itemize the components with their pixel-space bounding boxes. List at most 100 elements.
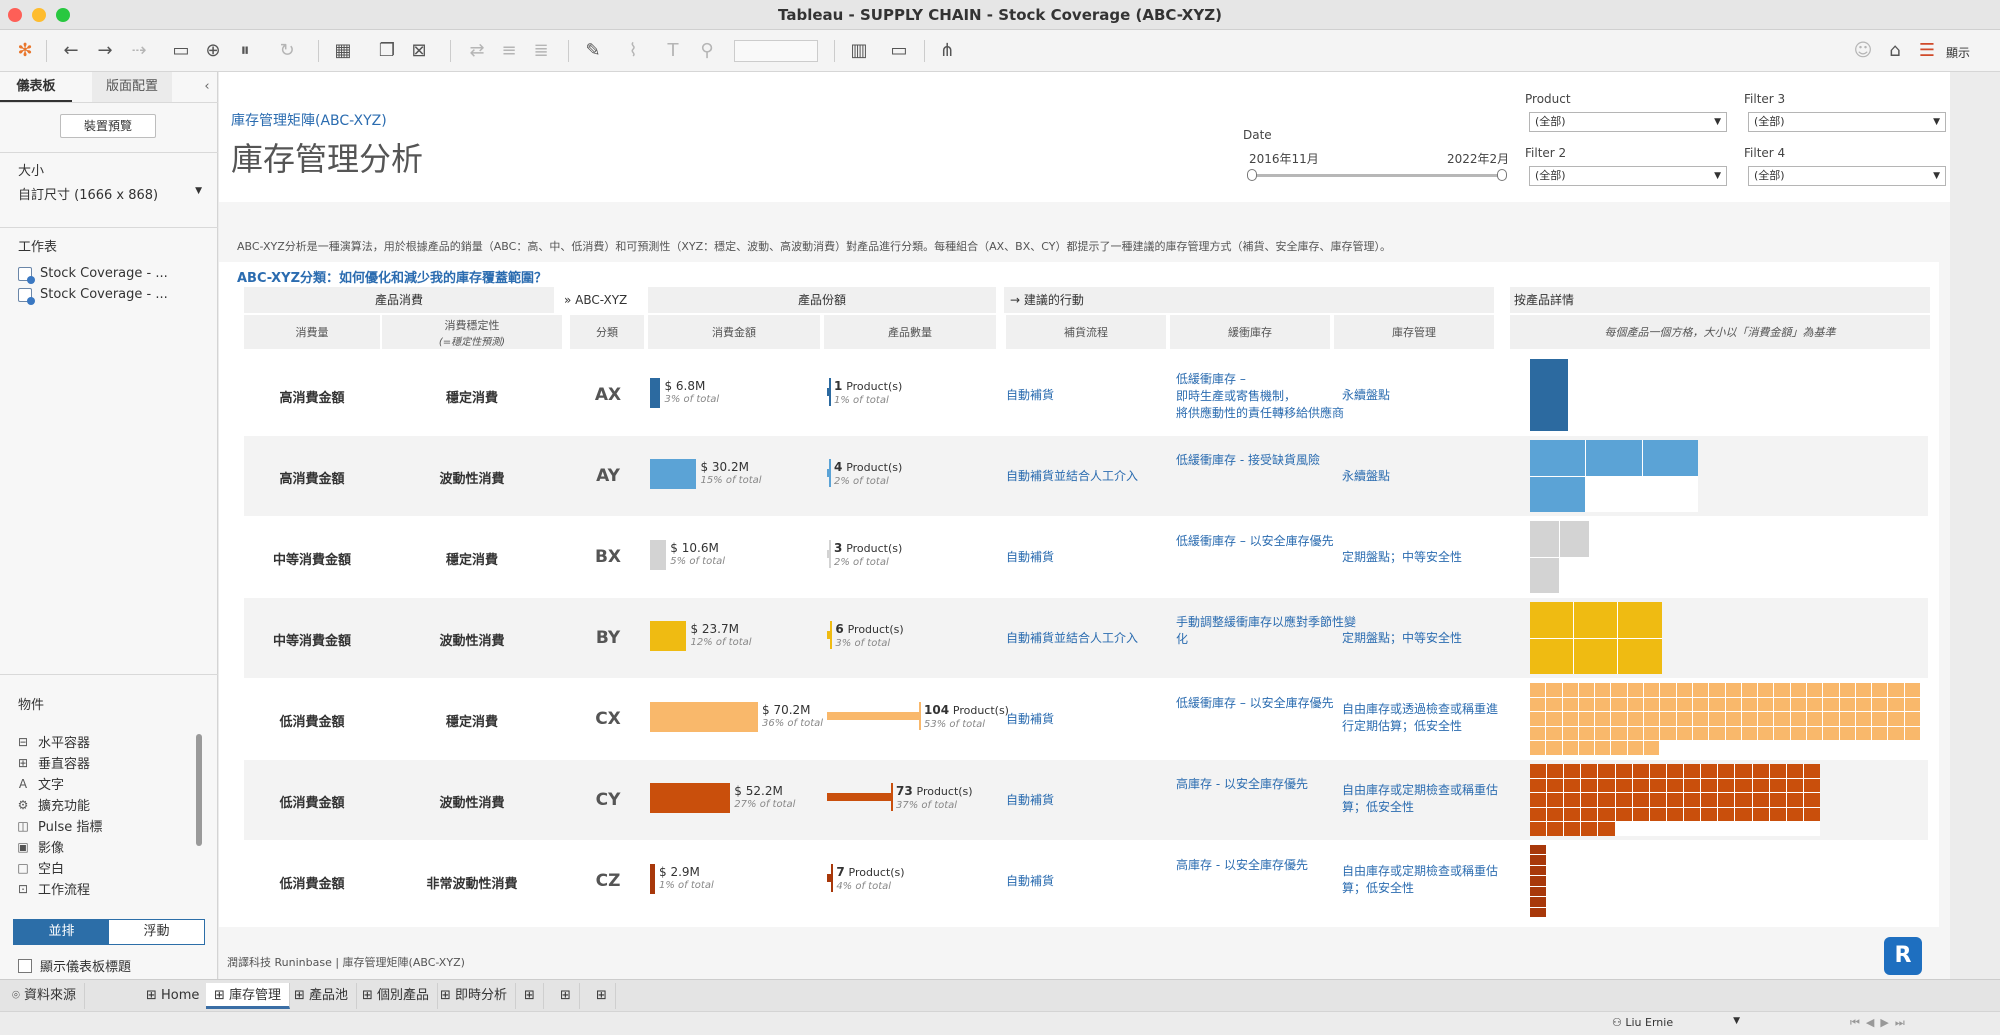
- product-tile[interactable]: [1725, 726, 1741, 741]
- product-tile[interactable]: [1692, 712, 1709, 726]
- product-tile[interactable]: [1581, 764, 1598, 778]
- product-tile[interactable]: [1769, 778, 1786, 793]
- product-tile[interactable]: [1806, 683, 1823, 697]
- product-tile[interactable]: [1611, 697, 1627, 712]
- object-item[interactable]: ◫ Pulse 指標: [16, 816, 102, 836]
- product-tile[interactable]: [1872, 726, 1888, 741]
- product-tile[interactable]: [1615, 764, 1632, 778]
- product-tile[interactable]: [1660, 726, 1676, 741]
- date-slider-end-handle[interactable]: [1497, 169, 1507, 181]
- product-tile[interactable]: [1578, 683, 1595, 697]
- product-tile[interactable]: [1709, 683, 1725, 697]
- product-tile[interactable]: [1578, 726, 1595, 741]
- product-tile[interactable]: [1888, 726, 1904, 741]
- product-tile[interactable]: [1888, 683, 1904, 697]
- product-tile[interactable]: [1684, 807, 1701, 822]
- product-tile[interactable]: [1774, 726, 1790, 741]
- product-tile[interactable]: [1627, 741, 1644, 755]
- product-tile[interactable]: [1888, 697, 1904, 712]
- new-story-tab-icon[interactable]: ⊞: [588, 983, 616, 1009]
- product-tile[interactable]: [1559, 521, 1589, 557]
- product-tile[interactable]: [1530, 764, 1547, 778]
- product-tile[interactable]: [1578, 741, 1595, 755]
- object-item[interactable]: A 文字: [16, 774, 64, 794]
- product-tile[interactable]: [1530, 440, 1586, 476]
- product-tile[interactable]: [1547, 807, 1564, 822]
- product-tile[interactable]: [1855, 697, 1872, 712]
- product-tile[interactable]: [1790, 683, 1806, 697]
- product-tile[interactable]: [1564, 778, 1581, 793]
- product-tile[interactable]: [1676, 712, 1692, 726]
- tableau-logo-icon[interactable]: ✻: [12, 38, 38, 64]
- product-tile[interactable]: [1823, 697, 1839, 712]
- product-tile[interactable]: [1581, 822, 1598, 836]
- product-tile[interactable]: [1564, 793, 1581, 807]
- product-tile[interactable]: [1530, 602, 1574, 638]
- replay-icon[interactable]: ⇢: [126, 38, 152, 64]
- fit-dropdown[interactable]: [734, 40, 818, 62]
- product-tile[interactable]: [1530, 521, 1559, 557]
- object-item[interactable]: ⊡ 工作流程: [16, 879, 90, 899]
- product-tile[interactable]: [1530, 886, 1547, 897]
- product-tile[interactable]: [1611, 683, 1627, 697]
- product-tile[interactable]: [1725, 712, 1741, 726]
- product-tile[interactable]: [1752, 764, 1769, 778]
- filter3-dropdown[interactable]: (全部) ▼: [1748, 112, 1946, 132]
- product-tile[interactable]: [1627, 726, 1644, 741]
- product-tile[interactable]: [1530, 359, 1568, 431]
- sort-ascending-icon[interactable]: ≡: [496, 38, 522, 64]
- amount-bar[interactable]: [650, 459, 697, 489]
- product-tile[interactable]: [1676, 697, 1692, 712]
- product-tile[interactable]: [1611, 726, 1627, 741]
- group-icon[interactable]: ⌇: [620, 38, 646, 64]
- tab-dashboard[interactable]: 儀表板: [0, 72, 72, 102]
- product-tile[interactable]: [1615, 793, 1632, 807]
- product-tile[interactable]: [1790, 697, 1806, 712]
- product-tile[interactable]: [1547, 778, 1564, 793]
- product-tile[interactable]: [1530, 822, 1547, 836]
- product-tile[interactable]: [1803, 764, 1820, 778]
- sheet-tab[interactable]: ⊞ 即時分析: [432, 983, 517, 1009]
- product-tile[interactable]: [1823, 683, 1839, 697]
- product-tile[interactable]: [1752, 793, 1769, 807]
- object-item[interactable]: □ 空白: [16, 858, 64, 878]
- product-tile[interactable]: [1530, 855, 1547, 865]
- product-tile[interactable]: [1803, 807, 1820, 822]
- product-tile[interactable]: [1666, 793, 1684, 807]
- product-tile[interactable]: [1586, 440, 1642, 476]
- user-menu[interactable]: ⚇ Liu Ernie ▼: [1612, 1016, 1740, 1032]
- product-tile[interactable]: [1718, 793, 1735, 807]
- product-tile[interactable]: [1774, 683, 1790, 697]
- product-tile[interactable]: [1530, 865, 1547, 876]
- product-tile[interactable]: [1823, 726, 1839, 741]
- product-tile[interactable]: [1786, 764, 1803, 778]
- product-tile[interactable]: [1595, 741, 1611, 755]
- product-tile[interactable]: [1598, 822, 1615, 836]
- sheet-item[interactable]: Stock Coverage - ...: [18, 287, 168, 305]
- product-tile[interactable]: [1692, 726, 1709, 741]
- clear-icon[interactable]: ⊠: [406, 38, 432, 64]
- product-tile[interactable]: [1725, 697, 1741, 712]
- product-tile[interactable]: [1803, 793, 1820, 807]
- product-tile[interactable]: [1644, 683, 1660, 697]
- product-tile[interactable]: [1735, 778, 1752, 793]
- product-tile[interactable]: [1769, 807, 1786, 822]
- product-tile[interactable]: [1855, 683, 1872, 697]
- product-tile[interactable]: [1578, 712, 1595, 726]
- product-tile[interactable]: [1774, 697, 1790, 712]
- product-tile[interactable]: [1564, 822, 1581, 836]
- device-preview-button[interactable]: 裝置預覽: [60, 114, 156, 138]
- product-tile[interactable]: [1718, 807, 1735, 822]
- product-tile[interactable]: [1547, 764, 1564, 778]
- amount-bar[interactable]: [650, 540, 667, 570]
- product-tile[interactable]: [1632, 807, 1649, 822]
- product-tile[interactable]: [1642, 440, 1698, 476]
- product-tile[interactable]: [1581, 793, 1598, 807]
- amount-bar[interactable]: [650, 783, 731, 813]
- product-tile[interactable]: [1632, 793, 1649, 807]
- show-me-label[interactable]: 顯示: [1946, 44, 1970, 61]
- product-tile[interactable]: [1660, 712, 1676, 726]
- product-tile[interactable]: [1660, 697, 1676, 712]
- product-tile[interactable]: [1562, 726, 1578, 741]
- collapse-panel-icon[interactable]: ‹: [196, 72, 218, 102]
